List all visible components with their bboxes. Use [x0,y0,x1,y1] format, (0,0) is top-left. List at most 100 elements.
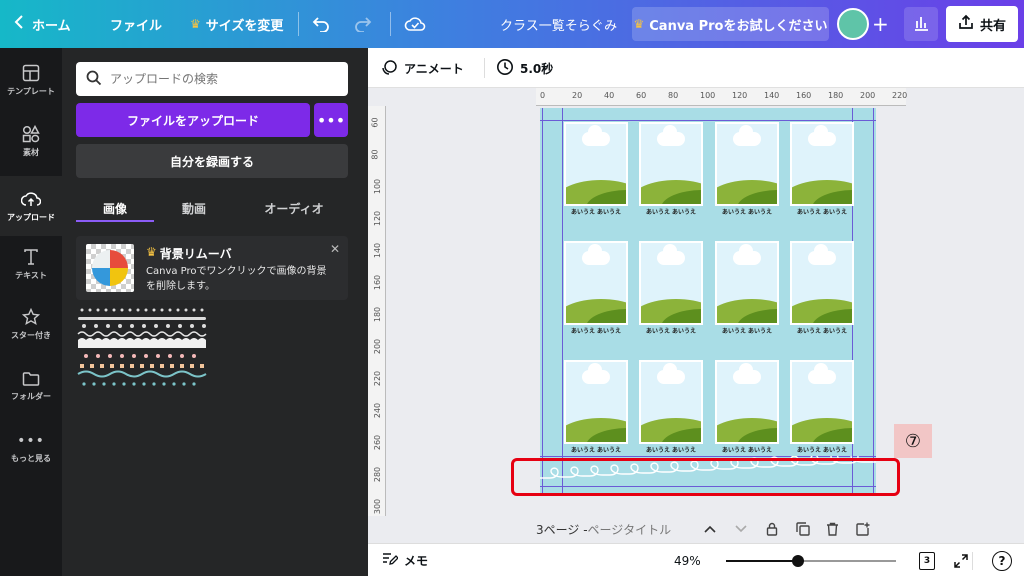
tab-audio[interactable]: オーディオ [240,194,348,222]
sidebar-item-templates[interactable]: テンプレート [0,50,62,110]
sidebar-item-more[interactable]: ••• もっと見る [0,418,62,478]
crown-icon: ♛ [146,245,157,259]
fullscreen-icon[interactable] [950,544,972,576]
sidebar-item-uploads[interactable]: アップロード [0,176,62,236]
close-icon[interactable]: ✕ [330,242,340,256]
landscape-image [715,241,779,325]
trash-icon[interactable] [826,518,839,540]
uploads-panel: ファイルをアップロード ••• 自分を録画する 画像 動画 オーディオ ♛ 背景… [62,48,368,576]
ruler-tick-label: 200 [860,91,876,100]
photo-frame[interactable]: あいうえ あいうえ [715,241,779,335]
sidebar-item-starred[interactable]: スター付き [0,294,62,354]
photo-frame[interactable]: あいうえ あいうえ [564,241,628,335]
notes-button[interactable]: メモ [382,544,428,576]
guide-line [562,108,563,496]
cloud-saved-icon[interactable] [404,0,426,48]
pages-icon: 3 [919,551,935,570]
sidebar-item-text[interactable]: テキスト [0,234,62,294]
page-grid-button[interactable]: 3 [916,544,938,576]
duration-button[interactable]: 5.0秒 [496,48,553,88]
divider [390,12,391,36]
name-label: あいうえ あいうえ [721,328,773,335]
undo-icon[interactable] [312,0,330,48]
resize-button[interactable]: ♛ サイズを変更 [190,0,283,48]
photo-frame[interactable]: あいうえ あいうえ [639,360,703,454]
more-icon: ••• [17,432,45,449]
cloud-shape [808,244,836,265]
landscape-image [564,122,628,206]
notes-icon [382,552,399,569]
ruler-tick-label: 180 [373,306,383,323]
chevron-down-icon[interactable] [735,518,747,540]
help-icon: ? [992,550,1012,571]
tab-images[interactable]: 画像 [76,194,154,222]
sidebar-item-label: アップロード [7,212,55,222]
landscape-image [790,360,854,444]
name-label: あいうえ あいうえ [721,447,773,454]
ruler-tick-label: 140 [764,91,780,100]
name-label: あいうえ あいうえ [796,209,848,216]
landscape-image [639,122,703,206]
share-button[interactable]: 共有 [946,6,1018,42]
upload-options-button[interactable]: ••• [314,103,348,137]
document-title[interactable]: クラス一覧そらぐみ [500,0,617,48]
cloud-shape [657,125,685,146]
animate-label: アニメート [404,61,464,76]
zoom-slider[interactable] [726,555,896,567]
divider [484,58,485,78]
ruler-tick-label: 80 [668,91,679,100]
text-icon [24,248,38,265]
zoom-level[interactable]: 49% [674,544,701,576]
photo-frame[interactable]: あいうえ あいうえ [564,122,628,216]
chevron-left-icon [14,15,24,33]
photo-frame[interactable]: あいうえ あいうえ [790,360,854,454]
photo-frame[interactable]: あいうえ あいうえ [564,360,628,454]
chevron-up-icon[interactable] [704,518,716,540]
photo-frame[interactable]: あいうえ あいうえ [715,360,779,454]
notes-label: メモ [404,554,429,568]
beach-ball-image [92,250,128,286]
lock-icon[interactable] [766,518,778,540]
search-box[interactable] [76,62,348,96]
sidebar-item-folders[interactable]: フォルダー [0,356,62,416]
help-button[interactable]: ? [990,544,1014,576]
photo-frame[interactable]: あいうえ あいうえ [639,241,703,335]
upload-file-button[interactable]: ファイルをアップロード [76,103,310,137]
home-button[interactable]: ホーム [14,0,71,48]
sidebar-item-elements[interactable]: 素材 [0,111,62,171]
duplicate-page-icon[interactable] [796,518,810,540]
photo-frame[interactable]: あいうえ あいうえ [790,241,854,335]
photo-frame[interactable]: あいうえ あいうえ [639,122,703,216]
search-input[interactable] [110,72,330,86]
redo-icon[interactable] [354,0,372,48]
guide-line [542,108,543,496]
landscape-image [639,360,703,444]
page-number-label: 3ページ - [536,522,588,537]
photo-frame[interactable]: あいうえ あいうえ [715,122,779,216]
add-page-icon[interactable] [856,518,870,540]
background-remover-promo[interactable]: ♛ 背景リムーバ Canva Proでワンクリックで画像の背景を削除します。 ✕ [76,236,348,300]
insights-button[interactable] [904,7,938,41]
page-title-input[interactable]: ページタイトル [588,521,672,538]
template-icon [22,64,40,81]
add-collaborator-icon[interactable]: + [872,0,889,48]
ruler-tick-label: 220 [892,91,908,100]
animate-button[interactable]: アニメート [380,48,464,88]
landscape-image [715,122,779,206]
try-pro-button[interactable]: ♛ Canva Proをお試しください [632,7,829,41]
page-title-bar: 3ページ - ページタイトル [536,518,876,540]
upload-cloud-icon [21,191,41,206]
zoom-slider-handle[interactable] [792,555,804,567]
photo-frame[interactable]: あいうえ あいうえ [790,122,854,216]
avatar[interactable] [837,8,869,40]
promo-title-text: 背景リムーバ [159,247,232,261]
cloud-shape [733,125,761,146]
cloud-shape [582,125,610,146]
ruler-tick-label: 200 [373,338,383,355]
file-menu-button[interactable]: ファイル [110,0,162,48]
record-yourself-button[interactable]: 自分を録画する [76,144,348,178]
uploaded-image-thumbnail[interactable] [76,306,208,390]
ruler-tick-label: 160 [796,91,812,100]
ruler-tick-label: 260 [373,434,383,451]
tab-videos[interactable]: 動画 [154,194,234,222]
